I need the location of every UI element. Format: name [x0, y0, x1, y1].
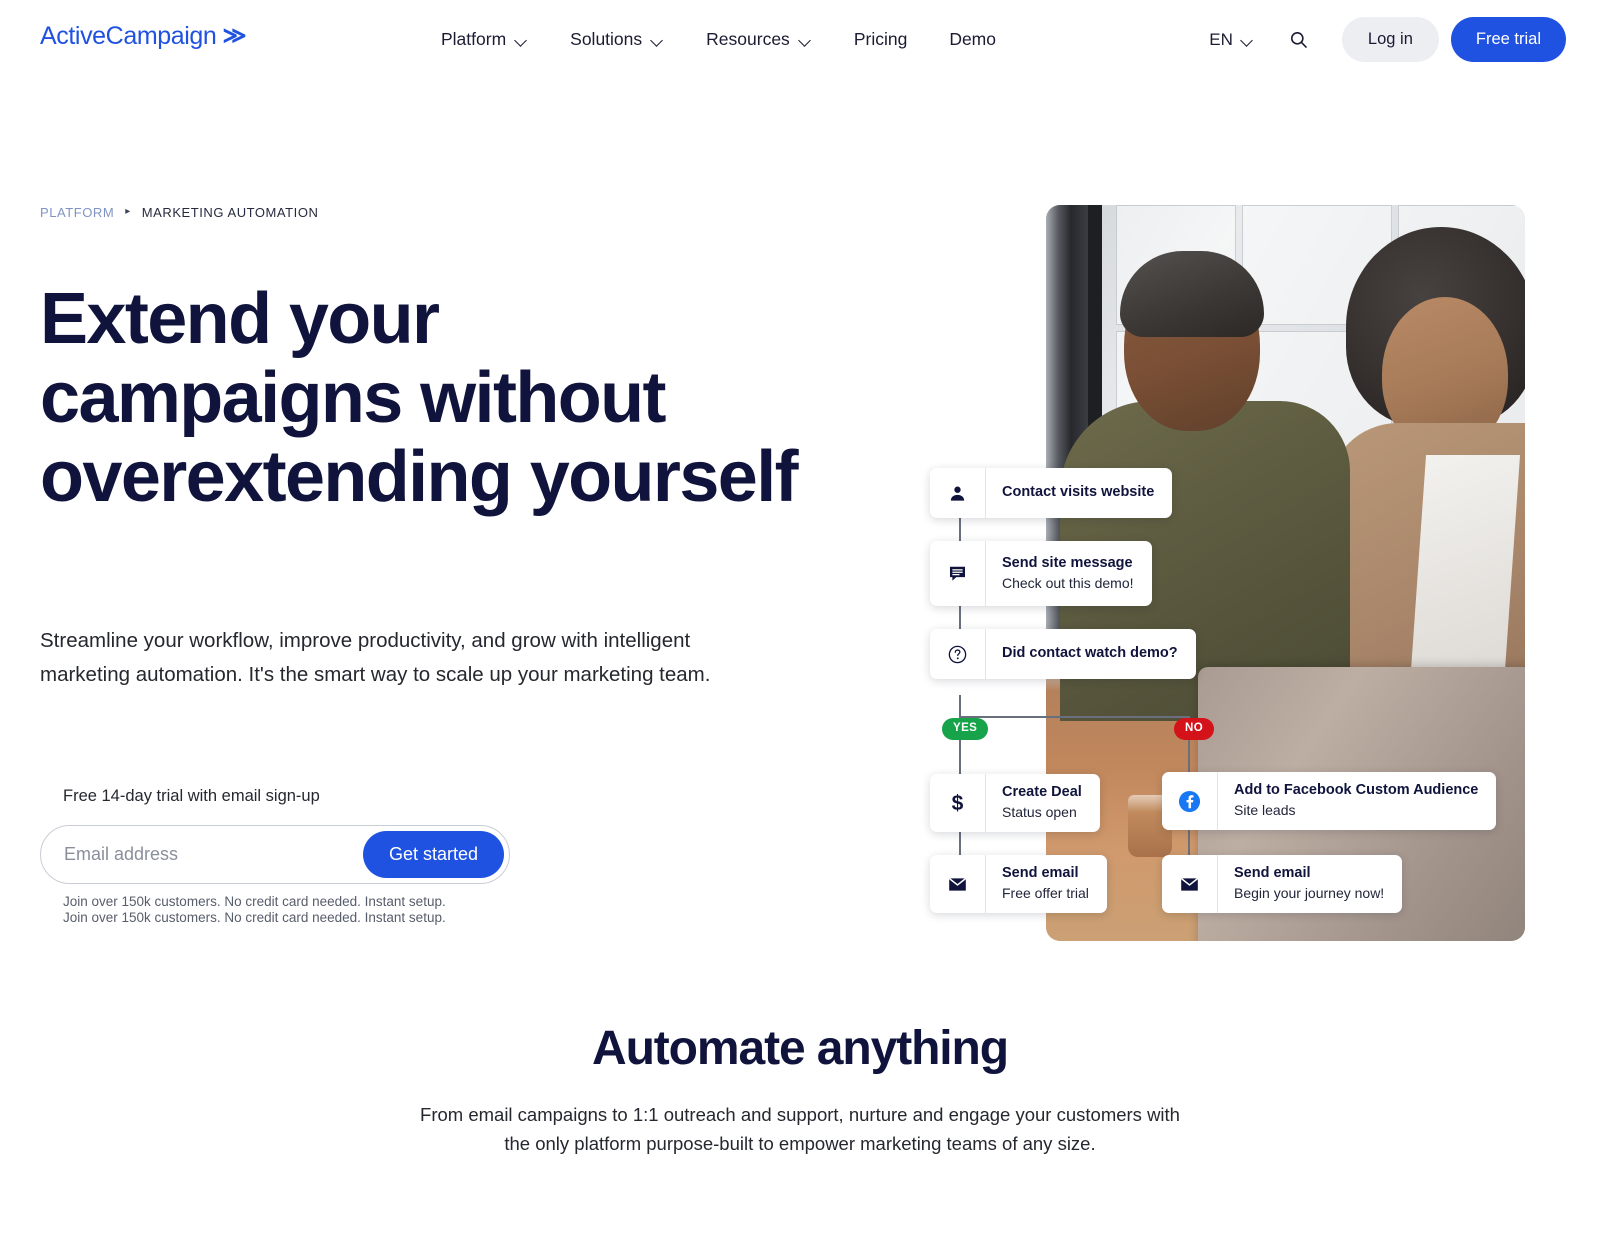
flow-node-title: Send email — [1002, 865, 1079, 881]
flow-node-body: Add to Facebook Custom Audience Site lea… — [1218, 772, 1496, 830]
nav-item-platform[interactable]: Platform — [436, 0, 549, 79]
flow-node-body: Send email Free offer trial — [986, 855, 1107, 913]
activecampaign-logo[interactable]: ActiveCampaign ≫ — [40, 24, 247, 49]
flow-connector — [959, 695, 961, 717]
flow-node-send-site-message[interactable]: Send site message Check out this demo! — [930, 541, 1152, 606]
facebook-icon — [1162, 772, 1218, 830]
flow-node-subtitle: Free offer trial — [1002, 885, 1089, 901]
flow-node-body: Send site message Check out this demo! — [986, 541, 1152, 606]
get-started-button[interactable]: Get started — [362, 831, 504, 878]
section-subtitle: From email campaigns to 1:1 outreach and… — [420, 1104, 1180, 1154]
flow-node-body: Contact visits website — [986, 468, 1172, 518]
nav-label: Platform — [441, 29, 507, 49]
main-navigation: Platform Solutions Resources Pricing Dem… — [436, 0, 1017, 79]
signup-field-wrapper: Get started — [40, 825, 510, 884]
nav-item-demo[interactable]: Demo — [928, 0, 1017, 79]
flow-node-title: Send email — [1234, 865, 1311, 881]
signup-label: Free 14-day trial with email sign-up — [63, 787, 320, 805]
site-header: ActiveCampaign ≫ Platform Solutions Reso… — [0, 0, 1600, 79]
nav-label: Demo — [949, 29, 996, 49]
language-label: EN — [1209, 29, 1233, 49]
section-title: Automate anything — [592, 1022, 1009, 1075]
flow-node-body: Send email Begin your journey now! — [1218, 855, 1402, 913]
breadcrumb-parent[interactable]: PLATFORM — [40, 205, 114, 220]
flow-node-contact-visits-website[interactable]: Contact visits website — [930, 468, 1173, 518]
flow-node-title: Create Deal — [1002, 784, 1082, 800]
flow-node-subtitle: Site leads — [1234, 802, 1296, 818]
page-title: Extend your campaigns without overextend… — [40, 279, 799, 517]
chevron-down-icon — [1241, 36, 1254, 44]
flow-node-body: Create Deal Status open — [986, 774, 1100, 832]
badge-no: NO — [1174, 718, 1215, 740]
flow-node-did-contact-watch-demo[interactable]: Did contact watch demo? — [930, 629, 1196, 679]
flow-node-add-to-facebook-custom-audience[interactable]: Add to Facebook Custom Audience Site lea… — [1162, 772, 1497, 830]
flow-node-title: Add to Facebook Custom Audience — [1234, 782, 1479, 798]
chevron-down-icon — [651, 36, 664, 44]
nav-label: Resources — [706, 29, 790, 49]
nav-label: Solutions — [570, 29, 643, 49]
flow-connector — [959, 716, 1189, 718]
automation-flow-diagram: YES NO Contact visits website Send site … — [930, 459, 1550, 919]
chevron-down-icon — [515, 36, 528, 44]
signup-note-2: Join over 150k customers. No credit card… — [63, 910, 446, 925]
nav-item-resources[interactable]: Resources — [685, 0, 833, 79]
flow-node-send-email-begin-your-journey[interactable]: Send email Begin your journey now! — [1162, 855, 1403, 913]
question-icon — [930, 629, 986, 679]
nav-label: Pricing — [853, 29, 908, 49]
free-trial-button[interactable]: Free trial — [1450, 17, 1566, 62]
message-icon — [930, 541, 986, 606]
signup-notes: Join over 150k customers. No credit card… — [40, 894, 520, 926]
envelope-icon — [930, 855, 986, 913]
envelope-icon — [1162, 855, 1218, 913]
dollar-icon: $ — [930, 774, 986, 832]
flow-node-send-email-free-offer-trial[interactable]: Send email Free offer trial — [930, 855, 1107, 913]
flow-node-body: Did contact watch demo? — [986, 629, 1196, 679]
header-actions: EN Log in Free trial — [1209, 0, 1566, 79]
hero-subtitle: Streamline your workflow, improve produc… — [40, 629, 711, 686]
flow-node-subtitle: Check out this demo! — [1002, 574, 1134, 591]
breadcrumb: PLATFORM ▸ MARKETING AUTOMATION — [40, 205, 318, 220]
badge-yes: YES — [942, 718, 989, 740]
flow-node-subtitle: Status open — [1002, 804, 1077, 820]
person-icon — [930, 468, 986, 518]
flow-node-title: Did contact watch demo? — [1002, 645, 1178, 661]
hero-section: PLATFORM ▸ MARKETING AUTOMATION Extend y… — [0, 79, 1600, 959]
flow-node-title: Contact visits website — [1002, 484, 1155, 500]
language-selector[interactable]: EN — [1209, 30, 1282, 50]
signup-form: Free 14-day trial with email sign-up Get… — [40, 787, 520, 926]
logo-chevron-icon: ≫ — [222, 22, 247, 48]
signup-note-1: Join over 150k customers. No credit card… — [63, 894, 446, 909]
search-icon[interactable] — [1282, 23, 1316, 57]
automate-anything-section: Automate anything From email campaigns t… — [0, 1020, 1600, 1158]
nav-item-pricing[interactable]: Pricing — [833, 0, 929, 79]
breadcrumb-separator-icon: ▸ — [125, 205, 131, 217]
logo-wordmark: ActiveCampaign — [40, 22, 217, 50]
chevron-down-icon — [799, 36, 812, 44]
breadcrumb-current: MARKETING AUTOMATION — [141, 205, 319, 220]
email-input[interactable] — [41, 826, 341, 883]
nav-item-solutions[interactable]: Solutions — [549, 0, 685, 79]
login-button[interactable]: Log in — [1341, 17, 1439, 62]
flow-node-title: Send site message — [1002, 554, 1133, 571]
flow-node-subtitle: Begin your journey now! — [1234, 885, 1385, 901]
flow-node-create-deal[interactable]: $ Create Deal Status open — [930, 774, 1100, 832]
